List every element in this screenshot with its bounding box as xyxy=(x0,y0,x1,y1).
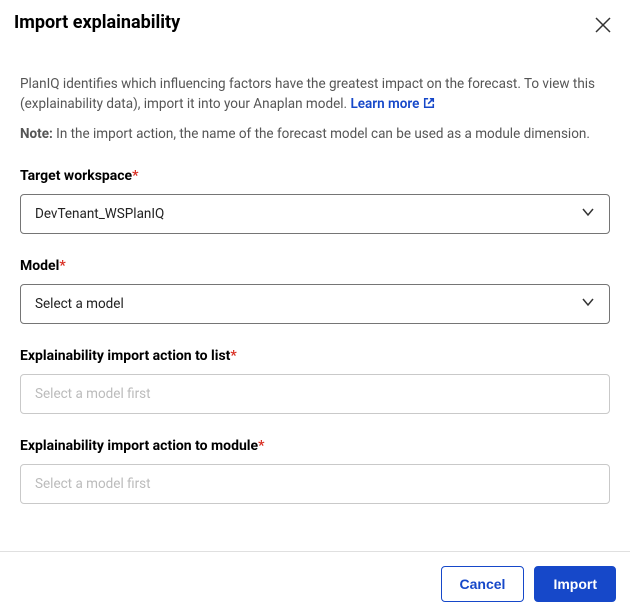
field-label-import-to-module: Explainability import action to module* xyxy=(20,438,610,454)
note-text: In the import action, the name of the fo… xyxy=(53,126,590,142)
required-asterisk: * xyxy=(258,438,264,454)
import-to-list-input[interactable]: Select a model first xyxy=(20,374,610,414)
field-import-to-module: Explainability import action to module* … xyxy=(20,438,610,504)
field-model: Model* Select a model xyxy=(20,258,610,324)
field-label-model: Model* xyxy=(20,258,610,274)
import-to-module-input[interactable]: Select a model first xyxy=(20,464,610,504)
learn-more-label: Learn more xyxy=(350,96,419,112)
required-asterisk: * xyxy=(59,258,65,274)
target-workspace-label-text: Target workspace xyxy=(20,168,132,184)
model-select[interactable]: Select a model xyxy=(20,284,610,324)
model-label-text: Model xyxy=(20,258,59,274)
field-import-to-list: Explainability import action to list* Se… xyxy=(20,348,610,414)
dialog-footer: Cancel Import xyxy=(0,551,630,616)
import-button[interactable]: Import xyxy=(534,566,616,602)
field-target-workspace: Target workspace* DevTenant_WSPlanIQ xyxy=(20,168,610,234)
note-label: Note: xyxy=(20,126,53,142)
field-label-target-workspace: Target workspace* xyxy=(20,168,610,184)
dialog-title: Import explainability xyxy=(14,12,180,33)
import-to-list-label-text: Explainability import action to list xyxy=(20,348,230,364)
learn-more-link[interactable]: Learn more xyxy=(350,96,434,112)
dialog-body: PlanIQ identifies which influencing fact… xyxy=(0,50,630,551)
target-workspace-select[interactable]: DevTenant_WSPlanIQ xyxy=(20,194,610,234)
import-to-module-label-text: Explainability import action to module xyxy=(20,438,258,454)
description-text: PlanIQ identifies which influencing fact… xyxy=(20,76,595,112)
required-asterisk: * xyxy=(230,348,236,364)
chevron-down-icon xyxy=(581,294,595,313)
import-to-module-placeholder: Select a model first xyxy=(35,476,151,492)
external-link-icon xyxy=(423,95,435,115)
field-label-import-to-list: Explainability import action to list* xyxy=(20,348,610,364)
close-icon[interactable] xyxy=(590,12,616,42)
dialog-description: PlanIQ identifies which influencing fact… xyxy=(20,74,610,116)
target-workspace-value: DevTenant_WSPlanIQ xyxy=(35,206,164,222)
import-explainability-dialog: Import explainability PlanIQ identifies … xyxy=(0,0,630,616)
required-asterisk: * xyxy=(132,168,138,184)
import-to-list-placeholder: Select a model first xyxy=(35,386,151,402)
model-placeholder: Select a model xyxy=(35,296,124,312)
dialog-note: Note: In the import action, the name of … xyxy=(20,124,610,144)
cancel-button[interactable]: Cancel xyxy=(441,566,525,602)
chevron-down-icon xyxy=(581,204,595,223)
dialog-header: Import explainability xyxy=(0,0,630,50)
